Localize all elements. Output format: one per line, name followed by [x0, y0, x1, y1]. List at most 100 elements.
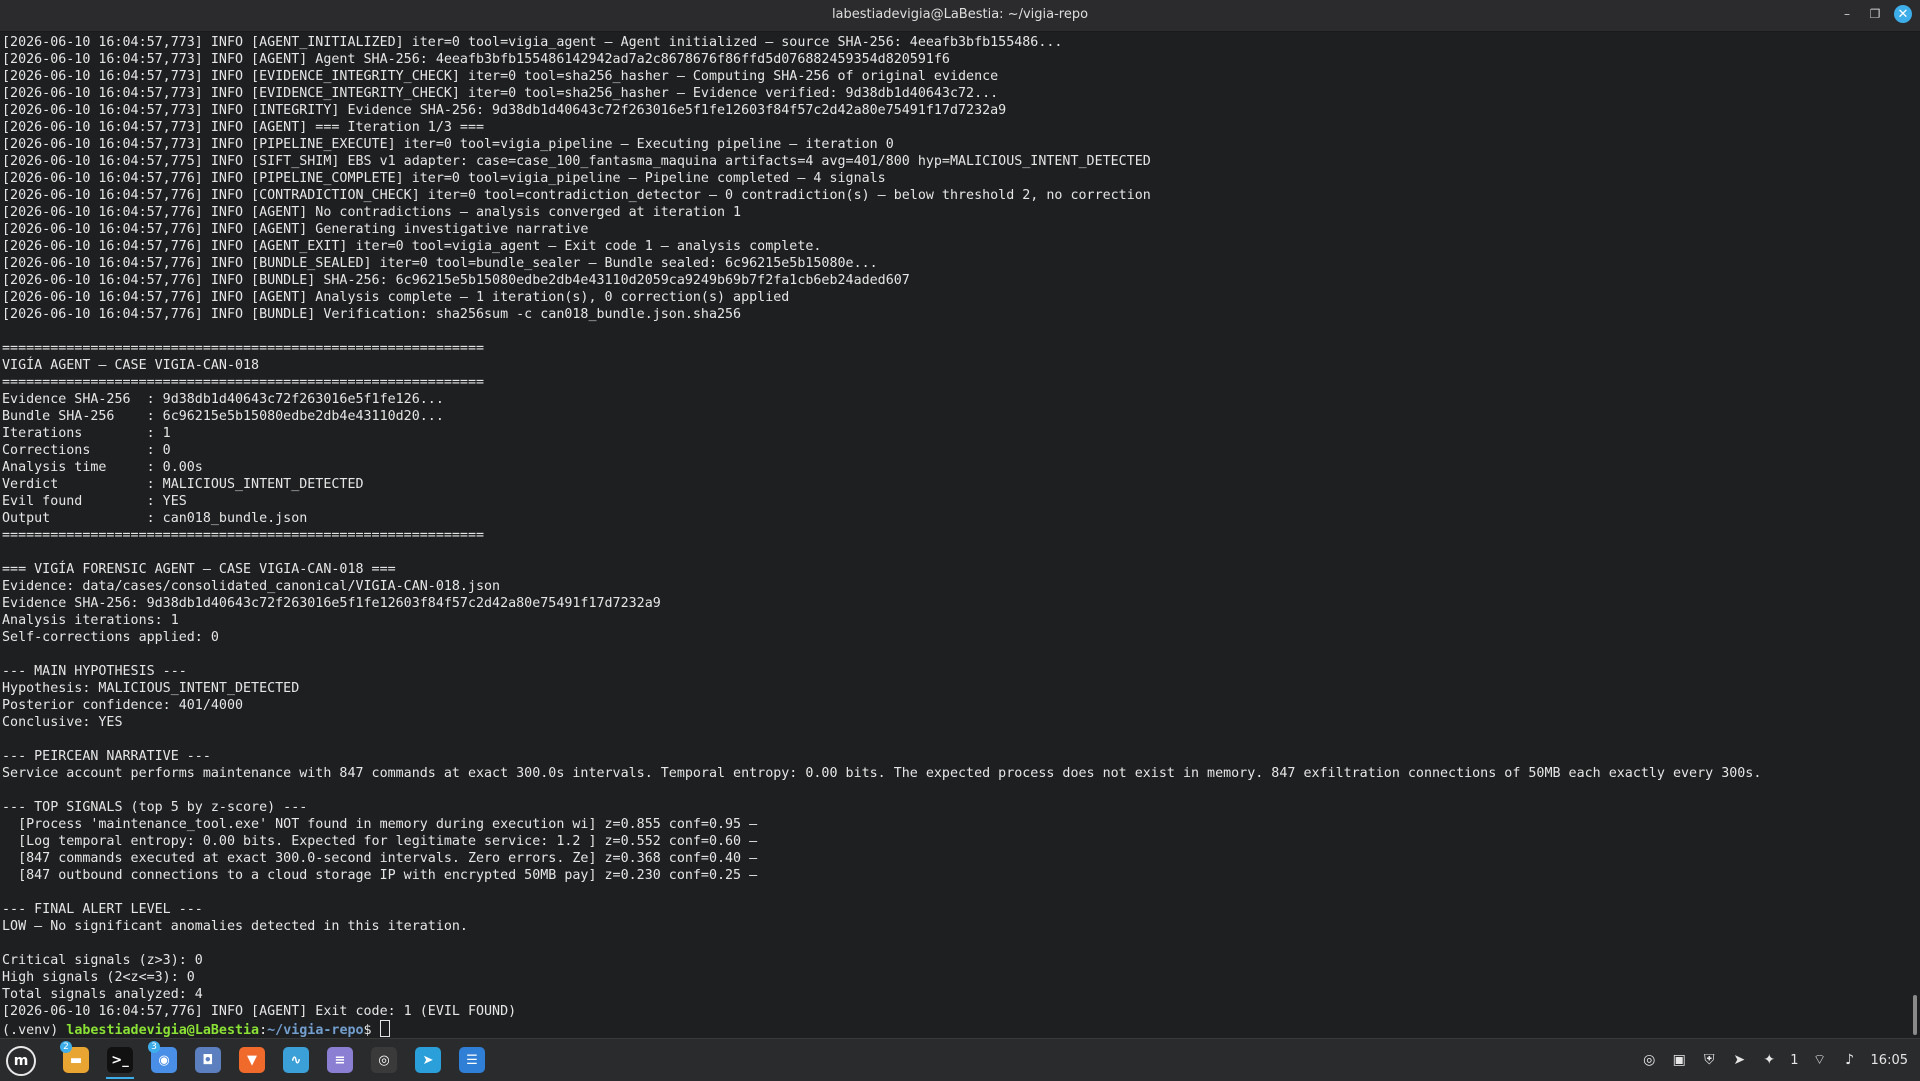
- terminal-line: Self-corrections applied: 0: [2, 630, 219, 645]
- terminal-line: [Process 'maintenance_tool.exe' NOT foun…: [2, 817, 758, 832]
- restore-icon[interactable]: ❐: [1866, 5, 1884, 23]
- terminal-line: Evil found : YES: [2, 494, 187, 509]
- terminal-line: [2026-06-10 16:04:57,773] INFO [EVIDENCE…: [2, 86, 999, 101]
- terminal-line: Bundle SHA-256 : 6c96215e5b15080edbe2db4…: [2, 409, 444, 424]
- taskbar-app-obs[interactable]: ◎: [366, 1041, 402, 1079]
- terminal-line: Evidence SHA-256: 9d38db1d40643c72f26301…: [2, 596, 661, 611]
- taskbar-app-telegram[interactable]: ➤: [410, 1041, 446, 1079]
- terminal-line: Verdict : MALICIOUS_INTENT_DETECTED: [2, 477, 364, 492]
- terminal-line: [2026-06-10 16:04:57,773] INFO [AGENT_IN…: [2, 35, 1063, 50]
- terminal-line: [847 commands executed at exact 300.0-se…: [2, 851, 758, 866]
- terminal-line: Evidence SHA-256 : 9d38db1d40643c72f2630…: [2, 392, 444, 407]
- terminal-line: [847 outbound connections to a cloud sto…: [2, 868, 758, 883]
- terminal-line: [2026-06-10 16:04:57,773] INFO [AGENT] =…: [2, 120, 485, 135]
- terminal-line: [2026-06-10 16:04:57,776] INFO [AGENT] N…: [2, 205, 742, 220]
- terminal-line: Conclusive: YES: [2, 715, 123, 730]
- window-controls: – ❐ ✕: [1838, 5, 1912, 23]
- prompt-venv: (.venv): [2, 1023, 67, 1037]
- terminal-lines: [2026-06-10 16:04:57,773] INFO [AGENT_IN…: [2, 34, 1906, 1020]
- terminal-line: Iterations : 1: [2, 426, 171, 441]
- terminal-line: Hypothesis: MALICIOUS_INTENT_DETECTED: [2, 681, 300, 696]
- terminal-output[interactable]: [2026-06-10 16:04:57,773] INFO [AGENT_IN…: [0, 31, 1906, 1037]
- terminal-line: Service account performs maintenance wit…: [2, 766, 1762, 781]
- prompt-symbol: $: [363, 1023, 380, 1037]
- taskbar-app-screenshot[interactable]: ◘: [190, 1041, 226, 1079]
- terminal-line: ========================================…: [2, 341, 485, 356]
- terminal-line: [2026-06-10 16:04:57,776] INFO [AGENT] G…: [2, 222, 589, 237]
- terminal-line: [2026-06-10 16:04:57,773] INFO [INTEGRIT…: [2, 103, 1007, 118]
- telegram-tray-icon[interactable]: ➤: [1730, 1051, 1748, 1069]
- obs-tray-icon[interactable]: ◎: [1640, 1051, 1658, 1069]
- terminal-line: LOW — No significant anomalies detected …: [2, 919, 468, 934]
- taskbar-app-notes[interactable]: ☰: [454, 1041, 490, 1079]
- prompt-path: ~/vigia-repo: [267, 1023, 364, 1037]
- taskbar-app-system-monitor[interactable]: ∿: [278, 1041, 314, 1079]
- prompt-separator: :: [259, 1023, 268, 1037]
- taskbar-app-files[interactable]: ▬ 2: [58, 1041, 94, 1079]
- clipboard-icon[interactable]: ▣: [1670, 1051, 1688, 1069]
- text-editor-icon: ≡: [327, 1047, 353, 1073]
- start-menu-button[interactable]: m: [6, 1046, 36, 1076]
- telegram-icon: ➤: [415, 1047, 441, 1073]
- minimize-icon[interactable]: –: [1838, 5, 1856, 23]
- terminal-line: --- FINAL ALERT LEVEL ---: [2, 902, 203, 917]
- terminal-line: [2026-06-10 16:04:57,776] INFO [BUNDLE_S…: [2, 256, 878, 271]
- terminal-line: --- PEIRCEAN NARRATIVE ---: [2, 749, 211, 764]
- taskbar-apps: ▬ 2 >_ ◉ 3 ◘ ▼ ∿ ≡ ◎ ➤ ☰: [58, 1041, 490, 1079]
- terminal-line: VIGÍA AGENT — CASE VIGIA-CAN-018: [2, 358, 260, 373]
- terminal-line: [2026-06-10 16:04:57,773] INFO [PIPELINE…: [2, 137, 894, 152]
- terminal-line: --- MAIN HYPOTHESIS ---: [2, 664, 187, 679]
- taskbar: m ▬ 2 >_ ◉ 3 ◘ ▼ ∿ ≡ ◎ ➤ ☰ ◎ ▣ ⛨ ➤ ✦ 1 ⌔ ♪ 16:05: [0, 1038, 1920, 1081]
- obs-icon: ◎: [371, 1047, 397, 1073]
- terminal-line: === VIGÍA FORENSIC AGENT — CASE VIGIA-CA…: [2, 562, 396, 577]
- terminal-line: Analysis time : 0.00s: [2, 460, 203, 475]
- terminal-line: High signals (2<z<=3): 0: [2, 970, 195, 985]
- terminal-line: Output : can018_bundle.json: [2, 511, 308, 526]
- window-count-badge: 3: [148, 1041, 160, 1053]
- notification-icon[interactable]: ✦: [1760, 1051, 1778, 1069]
- taskbar-app-text-editor[interactable]: ≡: [322, 1041, 358, 1079]
- notes-icon: ☰: [459, 1047, 485, 1073]
- terminal-line: [2026-06-10 16:04:57,776] INFO [AGENT] A…: [2, 290, 790, 305]
- clock[interactable]: 16:05: [1871, 1053, 1908, 1068]
- terminal-line: Posterior confidence: 401/4000: [2, 698, 244, 713]
- screenshot-icon: ◘: [195, 1047, 221, 1073]
- terminal-line: [2026-06-10 16:04:57,776] INFO [BUNDLE] …: [2, 273, 910, 288]
- terminal-scrollbar[interactable]: [1913, 995, 1917, 1035]
- window-titlebar[interactable]: labestiadevigia@LaBestia: ~/vigia-repo –…: [0, 0, 1920, 32]
- terminal-line: Evidence: data/cases/consolidated_canoni…: [2, 579, 501, 594]
- terminal-line: [2026-06-10 16:04:57,776] INFO [CONTRADI…: [2, 188, 1151, 203]
- window-title: labestiadevigia@LaBestia: ~/vigia-repo: [831, 7, 1089, 22]
- volume-icon[interactable]: ♪: [1841, 1051, 1859, 1069]
- shield-icon[interactable]: ⛨: [1700, 1051, 1718, 1069]
- taskbar-app-chrome[interactable]: ◉ 3: [146, 1041, 182, 1079]
- terminal-line: [2026-06-10 16:04:57,776] INFO [AGENT_EX…: [2, 239, 822, 254]
- terminal-line: [2026-06-10 16:04:57,775] INFO [SIFT_SHI…: [2, 154, 1151, 169]
- close-icon[interactable]: ✕: [1894, 5, 1912, 23]
- terminal-line: [2026-06-10 16:04:57,776] INFO [AGENT] E…: [2, 1004, 517, 1019]
- terminal-line: ========================================…: [2, 375, 485, 390]
- shell-prompt[interactable]: (.venv) labestiadevigia@LaBestia:~/vigia…: [2, 1020, 1906, 1037]
- terminal-line: ========================================…: [2, 528, 485, 543]
- terminal-line: [2026-06-10 16:04:57,773] INFO [EVIDENCE…: [2, 69, 999, 84]
- wifi-icon[interactable]: ⌔: [1811, 1051, 1829, 1069]
- terminal-line: [Log temporal entropy: 0.00 bits. Expect…: [2, 834, 758, 849]
- taskbar-app-brave[interactable]: ▼: [234, 1041, 270, 1079]
- terminal-line: [2026-06-10 16:04:57,776] INFO [BUNDLE] …: [2, 307, 742, 322]
- window-count-badge: 2: [60, 1041, 72, 1053]
- terminal-icon: >_: [107, 1047, 133, 1073]
- terminal-line: Critical signals (z>3): 0: [2, 953, 203, 968]
- text-cursor: [379, 1020, 390, 1037]
- brave-icon: ▼: [239, 1047, 265, 1073]
- terminal-line: [2026-06-10 16:04:57,776] INFO [PIPELINE…: [2, 171, 886, 186]
- taskbar-app-terminal[interactable]: >_: [102, 1041, 138, 1079]
- prompt-user-host: labestiadevigia@LaBestia: [66, 1023, 260, 1037]
- notification-count: 1: [1790, 1052, 1799, 1068]
